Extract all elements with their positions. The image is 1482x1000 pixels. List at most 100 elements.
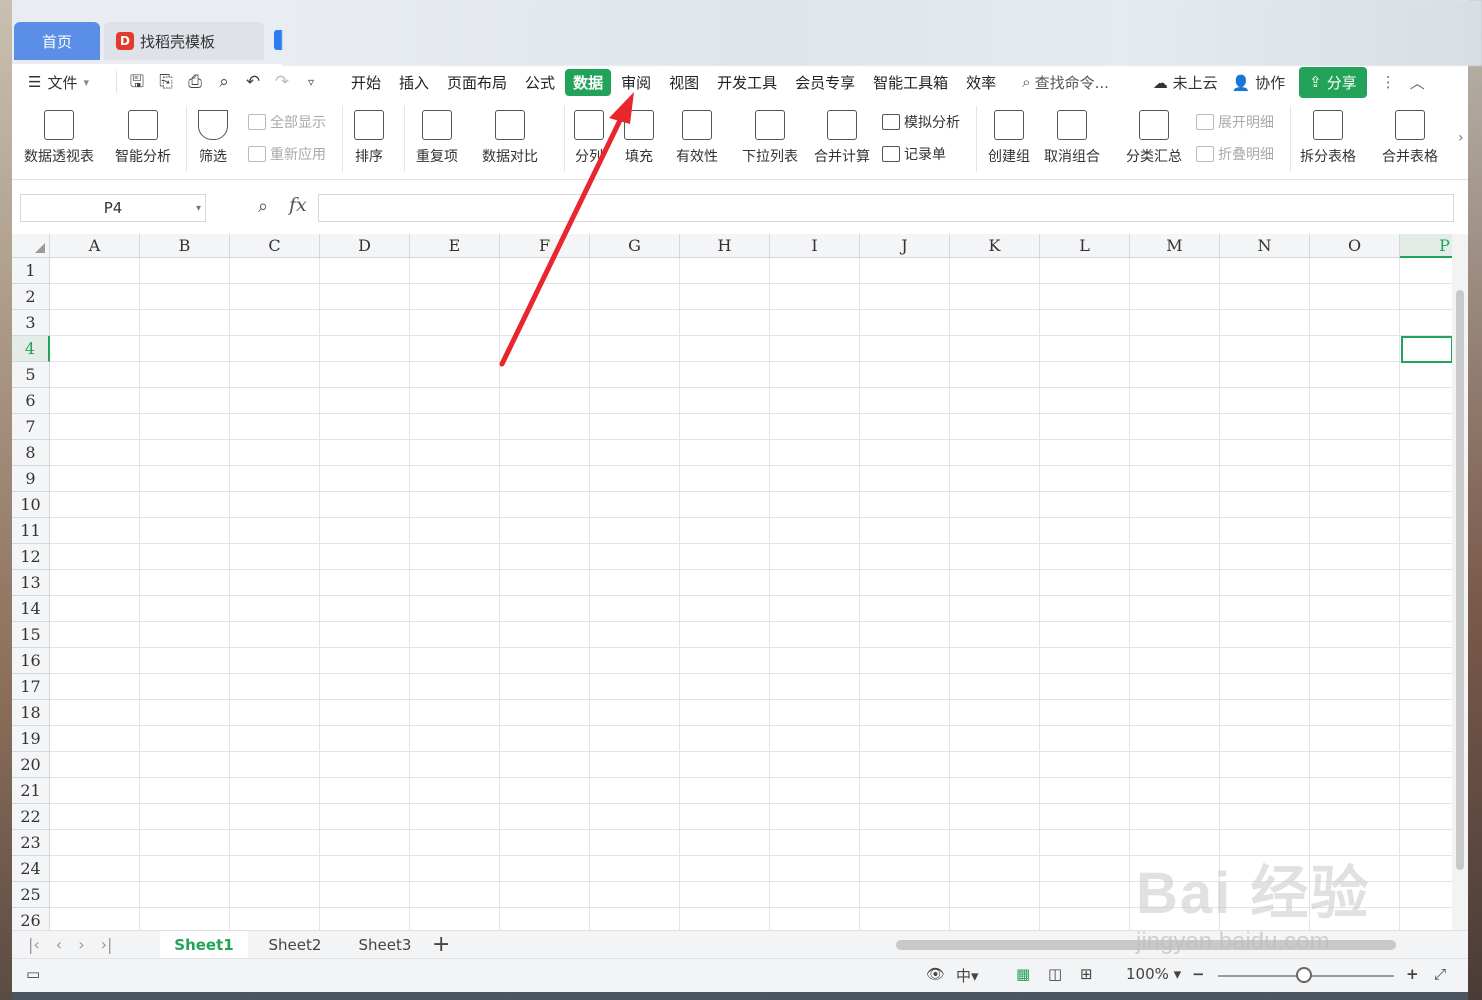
row-header-2[interactable]: 2: [12, 284, 50, 310]
column-header-m[interactable]: M: [1130, 234, 1220, 258]
column-header-f[interactable]: F: [500, 234, 590, 258]
row-header-26[interactable]: 26: [12, 908, 50, 930]
vertical-scrollbar[interactable]: [1452, 234, 1468, 930]
page-layout-view-icon[interactable]: ◫: [1048, 965, 1062, 983]
column-header-a[interactable]: A: [50, 234, 140, 258]
tab-page-layout[interactable]: 页面布局: [439, 69, 515, 96]
insert-function-button[interactable]: fx: [289, 194, 307, 216]
collapse-detail-button[interactable]: 折叠明细: [1196, 144, 1274, 164]
print-preview-icon[interactable]: ⌕: [214, 72, 234, 92]
row-header-8[interactable]: 8: [12, 440, 50, 466]
ungroup-button[interactable]: 取消组合: [1044, 110, 1100, 166]
row-header-3[interactable]: 3: [12, 310, 50, 336]
row-header-13[interactable]: 13: [12, 570, 50, 596]
record-form-button[interactable]: 记录单: [882, 144, 946, 164]
column-header-b[interactable]: B: [140, 234, 230, 258]
expand-detail-button[interactable]: 展开明细: [1196, 112, 1274, 132]
sheet-tab-3[interactable]: Sheet3: [340, 931, 430, 959]
row-header-9[interactable]: 9: [12, 466, 50, 492]
tab-docer-templates[interactable]: D 找稻壳模板: [104, 22, 264, 60]
zoom-out-icon[interactable]: −: [1192, 965, 1205, 983]
macro-record-icon[interactable]: ▭: [26, 965, 40, 983]
zoom-in-icon[interactable]: +: [1406, 965, 1419, 983]
tab-insert[interactable]: 插入: [391, 69, 437, 96]
last-sheet-icon[interactable]: ›|: [101, 935, 113, 954]
reapply-button[interactable]: 重新应用: [248, 144, 326, 164]
tab-efficiency[interactable]: 效率: [958, 69, 1004, 96]
data-compare-button[interactable]: 数据对比: [482, 110, 538, 166]
tab-view[interactable]: 视图: [661, 69, 707, 96]
row-header-14[interactable]: 14: [12, 596, 50, 622]
duplicates-button[interactable]: 重复项: [416, 110, 458, 166]
row-header-11[interactable]: 11: [12, 518, 50, 544]
consolidate-button[interactable]: 合并计算: [814, 110, 870, 166]
file-menu[interactable]: ☰ 文件 ▾: [12, 72, 116, 93]
print-icon[interactable]: ⎙: [185, 72, 205, 92]
column-header-l[interactable]: L: [1040, 234, 1130, 258]
name-box[interactable]: P4 ▾: [20, 194, 206, 222]
show-all-button[interactable]: 全部显示: [248, 112, 326, 132]
row-header-1[interactable]: 1: [12, 258, 50, 284]
more-icon[interactable]: ⋮: [1381, 73, 1396, 91]
row-header-21[interactable]: 21: [12, 778, 50, 804]
what-if-analysis-button[interactable]: 模拟分析: [882, 112, 960, 132]
row-header-7[interactable]: 7: [12, 414, 50, 440]
eye-protection-icon[interactable]: 👁: [926, 965, 945, 983]
row-header-19[interactable]: 19: [12, 726, 50, 752]
column-header-h[interactable]: H: [680, 234, 770, 258]
tab-home[interactable]: 首页: [14, 22, 100, 60]
tab-review[interactable]: 审阅: [613, 69, 659, 96]
selected-cell-p4[interactable]: [1401, 336, 1452, 363]
redo-icon[interactable]: ↷: [272, 72, 292, 92]
first-sheet-icon[interactable]: |‹: [28, 935, 40, 954]
row-header-16[interactable]: 16: [12, 648, 50, 674]
row-header-5[interactable]: 5: [12, 362, 50, 388]
row-header-10[interactable]: 10: [12, 492, 50, 518]
create-group-button[interactable]: 创建组: [988, 110, 1030, 166]
column-header-o[interactable]: O: [1310, 234, 1400, 258]
customize-toolbar-icon[interactable]: ▿: [301, 72, 321, 92]
zoom-slider-knob[interactable]: [1296, 967, 1312, 983]
cell-area[interactable]: [50, 258, 1452, 930]
column-header-g[interactable]: G: [590, 234, 680, 258]
tab-formulas[interactable]: 公式: [517, 69, 563, 96]
row-header-23[interactable]: 23: [12, 830, 50, 856]
column-header-i[interactable]: I: [770, 234, 860, 258]
next-sheet-icon[interactable]: ›: [78, 935, 84, 954]
prev-sheet-icon[interactable]: ‹: [56, 935, 62, 954]
column-header-c[interactable]: C: [230, 234, 320, 258]
row-header-25[interactable]: 25: [12, 882, 50, 908]
add-sheet-icon[interactable]: +: [432, 932, 450, 957]
column-header-e[interactable]: E: [410, 234, 500, 258]
column-header-n[interactable]: N: [1220, 234, 1310, 258]
command-search[interactable]: ⌕ 查找命令...: [1022, 72, 1109, 93]
split-column-button[interactable]: 分列: [574, 110, 604, 166]
validity-button[interactable]: 有效性: [676, 110, 718, 166]
subtotal-button[interactable]: 分类汇总: [1126, 110, 1182, 166]
select-all-corner[interactable]: [12, 234, 50, 258]
row-header-22[interactable]: 22: [12, 804, 50, 830]
row-header-18[interactable]: 18: [12, 700, 50, 726]
vertical-scroll-thumb[interactable]: [1456, 290, 1464, 870]
ribbon-scroll-right-icon[interactable]: ›: [1458, 130, 1464, 146]
split-table-button[interactable]: 拆分表格: [1300, 110, 1356, 166]
cloud-status[interactable]: ☁ 未上云: [1153, 72, 1218, 93]
undo-icon[interactable]: ↶: [243, 72, 263, 92]
tab-developer[interactable]: 开发工具: [709, 69, 785, 96]
tab-member[interactable]: 会员专享: [787, 69, 863, 96]
smart-analysis-button[interactable]: 智能分析: [115, 110, 171, 166]
fill-button[interactable]: 填充: [624, 110, 654, 166]
row-header-15[interactable]: 15: [12, 622, 50, 648]
merge-table-button[interactable]: 合并表格: [1382, 110, 1438, 166]
collab-button[interactable]: 👤 协作: [1232, 72, 1285, 93]
column-header-d[interactable]: D: [320, 234, 410, 258]
column-header-k[interactable]: K: [950, 234, 1040, 258]
zoom-level[interactable]: 100% ▾: [1126, 965, 1181, 983]
row-header-24[interactable]: 24: [12, 856, 50, 882]
sheet-tab-2[interactable]: Sheet2: [250, 931, 340, 959]
row-header-12[interactable]: 12: [12, 544, 50, 570]
column-header-p[interactable]: P: [1400, 234, 1452, 258]
normal-view-icon[interactable]: ▦: [1016, 965, 1030, 983]
row-header-6[interactable]: 6: [12, 388, 50, 414]
row-header-17[interactable]: 17: [12, 674, 50, 700]
